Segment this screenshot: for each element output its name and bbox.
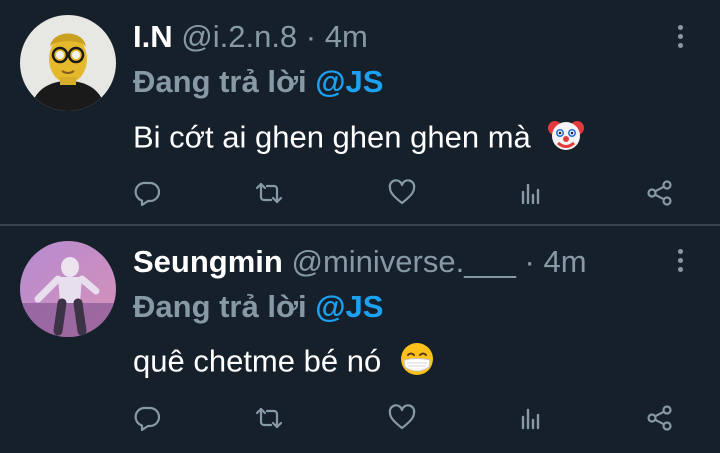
tweet-text: Bi cớt ai ghen ghen ghen mà [133,116,585,163]
analytics-icon[interactable] [516,178,546,208]
clown-face-icon [547,116,585,163]
timestamp[interactable]: 4m [325,19,368,54]
tweet-header: I.N @i.2.n.8 · 4m [133,19,368,55]
more-options-icon[interactable] [672,25,688,55]
separator-dot: · [305,19,317,54]
like-icon[interactable] [387,178,417,208]
share-icon[interactable] [645,178,675,208]
more-options-icon[interactable] [672,249,688,279]
reply-icon[interactable] [133,178,163,208]
retweet-icon[interactable] [254,403,284,433]
reply-context: Đang trả lời @JS [133,289,383,325]
face-with-medical-mask-icon [398,340,436,387]
reply-mention[interactable]: @JS [315,289,383,324]
analytics-icon[interactable] [516,403,546,433]
tweet-header: Seungmin @miniverse.___ · 4m [133,244,587,280]
reply-mention[interactable]: @JS [315,64,383,99]
avatar[interactable] [20,15,116,111]
share-icon[interactable] [645,403,675,433]
tweet-text-content: Bi cớt ai ghen ghen ghen mà [133,119,531,155]
reply-context: Đang trả lời @JS [133,64,383,100]
tweet-1[interactable]: I.N @i.2.n.8 · 4m Đang trả lời @JS Bi cớ… [0,0,720,225]
display-name[interactable]: Seungmin [133,244,283,279]
like-icon[interactable] [387,403,417,433]
tweet-actions [0,403,720,433]
tweet-actions [0,178,720,208]
avatar[interactable] [20,241,116,337]
separator-dot: · [524,244,535,279]
reply-prefix: Đang trả lời [133,289,307,324]
tweet-text: quê chetme bé nó [133,340,436,387]
reply-prefix: Đang trả lời [133,64,307,99]
tweet-text-content: quê chetme bé nó [133,343,382,379]
reply-icon[interactable] [133,403,163,433]
tweet-2[interactable]: Seungmin @miniverse.___ · 4m Đang trả lờ… [0,226,720,453]
display-name[interactable]: I.N [133,19,173,54]
user-handle[interactable]: @i.2.n.8 [181,19,297,54]
timestamp[interactable]: 4m [544,244,587,279]
retweet-icon[interactable] [254,178,284,208]
user-handle[interactable]: @miniverse.___ [291,244,515,279]
